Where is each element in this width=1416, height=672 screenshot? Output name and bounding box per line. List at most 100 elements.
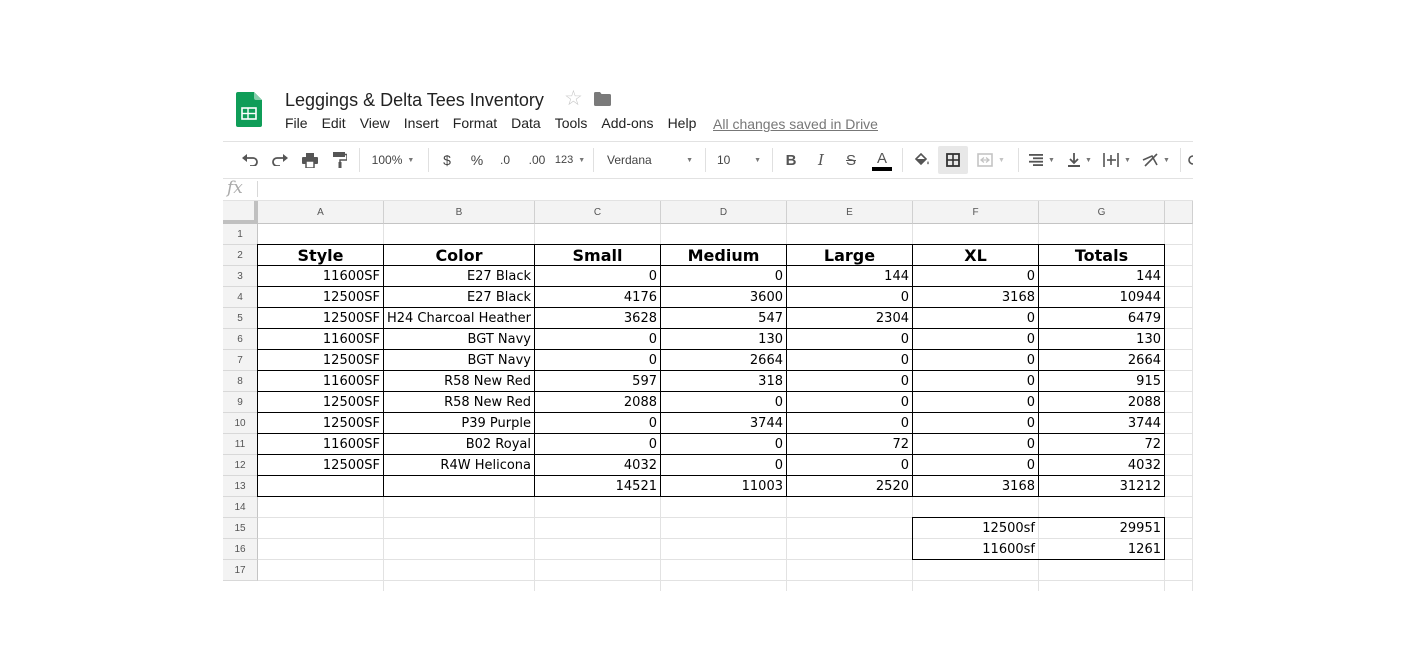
table-cell[interactable]: H24 Charcoal Heather <box>384 308 534 328</box>
table-cell[interactable]: BGT Navy <box>384 329 534 349</box>
table-cell[interactable]: 3600 <box>661 287 786 307</box>
save-status-link[interactable]: All changes saved in Drive <box>713 116 878 132</box>
row-header-3[interactable]: 3 <box>223 266 258 287</box>
row-header-11[interactable]: 11 <box>223 434 258 455</box>
table-cell[interactable]: 0 <box>535 413 660 433</box>
font-family-select[interactable]: Verdana ▼ <box>603 142 699 178</box>
row-header-4[interactable]: 4 <box>223 287 258 308</box>
table-header-cell[interactable]: Small <box>535 245 660 265</box>
menu-addons[interactable]: Add-ons <box>601 115 653 135</box>
print-icon[interactable] <box>299 142 321 178</box>
select-all-corner[interactable] <box>223 201 258 224</box>
table-cell[interactable]: B02 Royal <box>384 434 534 454</box>
table-cell[interactable]: 3744 <box>661 413 786 433</box>
table-cell[interactable]: P39 Purple <box>384 413 534 433</box>
table-cell[interactable]: 0 <box>661 455 786 475</box>
table-cell[interactable]: 0 <box>913 308 1038 328</box>
totals-cell[interactable]: 31212 <box>1039 476 1164 496</box>
table-cell[interactable]: 130 <box>1039 329 1164 349</box>
horizontal-align-icon[interactable]: ▼ <box>1025 142 1059 178</box>
fill-color-icon[interactable] <box>911 142 933 178</box>
row-header-15[interactable]: 15 <box>223 518 258 539</box>
redo-icon[interactable] <box>269 142 291 178</box>
column-header-h[interactable] <box>1165 201 1193 224</box>
row-header-2[interactable]: 2 <box>223 245 258 266</box>
row-header-17[interactable]: 17 <box>223 560 258 581</box>
table-cell[interactable]: 0 <box>535 434 660 454</box>
star-icon[interactable]: ☆ <box>564 88 583 110</box>
more-tools-icon[interactable] <box>1187 142 1193 178</box>
row-header-16[interactable]: 16 <box>223 539 258 560</box>
spreadsheet-grid[interactable]: A B C D E F G 1 2 3 4 5 6 7 8 9 10 11 12 13 14 15 16 17 Style Col… <box>223 201 1193 591</box>
table-cell[interactable]: 12500SF <box>258 287 383 307</box>
summary-value-cell[interactable]: 29951 <box>1039 518 1164 538</box>
row-header-13[interactable]: 13 <box>223 476 258 497</box>
totals-cell[interactable]: 14521 <box>535 476 660 496</box>
table-cell[interactable]: R58 New Red <box>384 392 534 412</box>
table-cell[interactable]: 144 <box>787 266 912 286</box>
table-cell[interactable]: 4032 <box>535 455 660 475</box>
row-header-14[interactable]: 14 <box>223 497 258 518</box>
column-header-f[interactable]: F <box>913 201 1039 224</box>
table-cell[interactable]: 547 <box>661 308 786 328</box>
vertical-align-icon[interactable]: ▼ <box>1063 142 1097 178</box>
table-cell[interactable]: 3168 <box>913 287 1038 307</box>
column-header-e[interactable]: E <box>787 201 913 224</box>
table-cell[interactable]: 0 <box>535 350 660 370</box>
table-cell[interactable]: 0 <box>787 287 912 307</box>
table-cell[interactable]: 318 <box>661 371 786 391</box>
menu-tools[interactable]: Tools <box>555 115 588 135</box>
table-cell[interactable]: 0 <box>913 266 1038 286</box>
table-cell[interactable]: E27 Black <box>384 287 534 307</box>
table-cell[interactable]: 0 <box>535 266 660 286</box>
table-cell[interactable]: 12500SF <box>258 413 383 433</box>
table-cell[interactable]: 0 <box>661 434 786 454</box>
undo-icon[interactable] <box>239 142 261 178</box>
table-cell[interactable]: 6479 <box>1039 308 1164 328</box>
table-cell[interactable]: 0 <box>913 371 1038 391</box>
menu-help[interactable]: Help <box>668 115 697 135</box>
table-cell[interactable]: 3744 <box>1039 413 1164 433</box>
summary-label-cell[interactable]: 12500sf <box>913 518 1038 538</box>
row-header-7[interactable]: 7 <box>223 350 258 371</box>
table-cell[interactable]: 597 <box>535 371 660 391</box>
zoom-select[interactable]: 100% ▼ <box>367 142 419 178</box>
table-cell[interactable]: 11600SF <box>258 329 383 349</box>
percent-format-button[interactable]: % <box>467 142 487 178</box>
borders-icon[interactable] <box>938 146 968 174</box>
table-cell[interactable]: R4W Helicona <box>384 455 534 475</box>
column-header-a[interactable]: A <box>258 201 384 224</box>
table-cell[interactable]: 130 <box>661 329 786 349</box>
menu-edit[interactable]: Edit <box>322 115 346 135</box>
totals-cell[interactable]: 11003 <box>661 476 786 496</box>
row-header-1[interactable]: 1 <box>223 224 258 245</box>
table-cell[interactable]: 0 <box>787 350 912 370</box>
table-cell[interactable]: 12500SF <box>258 308 383 328</box>
row-header-8[interactable]: 8 <box>223 371 258 392</box>
table-cell[interactable]: 12500SF <box>258 392 383 412</box>
row-header-10[interactable]: 10 <box>223 413 258 434</box>
document-title[interactable]: Leggings & Delta Tees Inventory <box>285 90 544 111</box>
table-cell[interactable]: 0 <box>913 413 1038 433</box>
table-cell[interactable]: 72 <box>787 434 912 454</box>
table-cell[interactable]: 2088 <box>1039 392 1164 412</box>
table-cell[interactable]: 72 <box>1039 434 1164 454</box>
table-header-cell[interactable]: Medium <box>661 245 786 265</box>
table-header-cell[interactable]: XL <box>913 245 1038 265</box>
merge-cells-icon[interactable]: ▼ <box>973 142 1009 178</box>
text-rotation-icon[interactable]: ▼ <box>1139 142 1173 178</box>
table-cell[interactable]: 2088 <box>535 392 660 412</box>
table-cell[interactable]: 0 <box>913 350 1038 370</box>
table-cell[interactable]: BGT Navy <box>384 350 534 370</box>
totals-cell[interactable]: 2520 <box>787 476 912 496</box>
table-cell[interactable]: 0 <box>787 392 912 412</box>
row-header-5[interactable]: 5 <box>223 308 258 329</box>
table-cell[interactable]: 2304 <box>787 308 912 328</box>
row-header-6[interactable]: 6 <box>223 329 258 350</box>
table-cell[interactable]: 144 <box>1039 266 1164 286</box>
bold-button[interactable]: B <box>781 142 801 178</box>
strikethrough-button[interactable]: S <box>841 142 861 178</box>
table-cell[interactable]: 2664 <box>1039 350 1164 370</box>
column-header-d[interactable]: D <box>661 201 787 224</box>
table-cell[interactable]: 4032 <box>1039 455 1164 475</box>
